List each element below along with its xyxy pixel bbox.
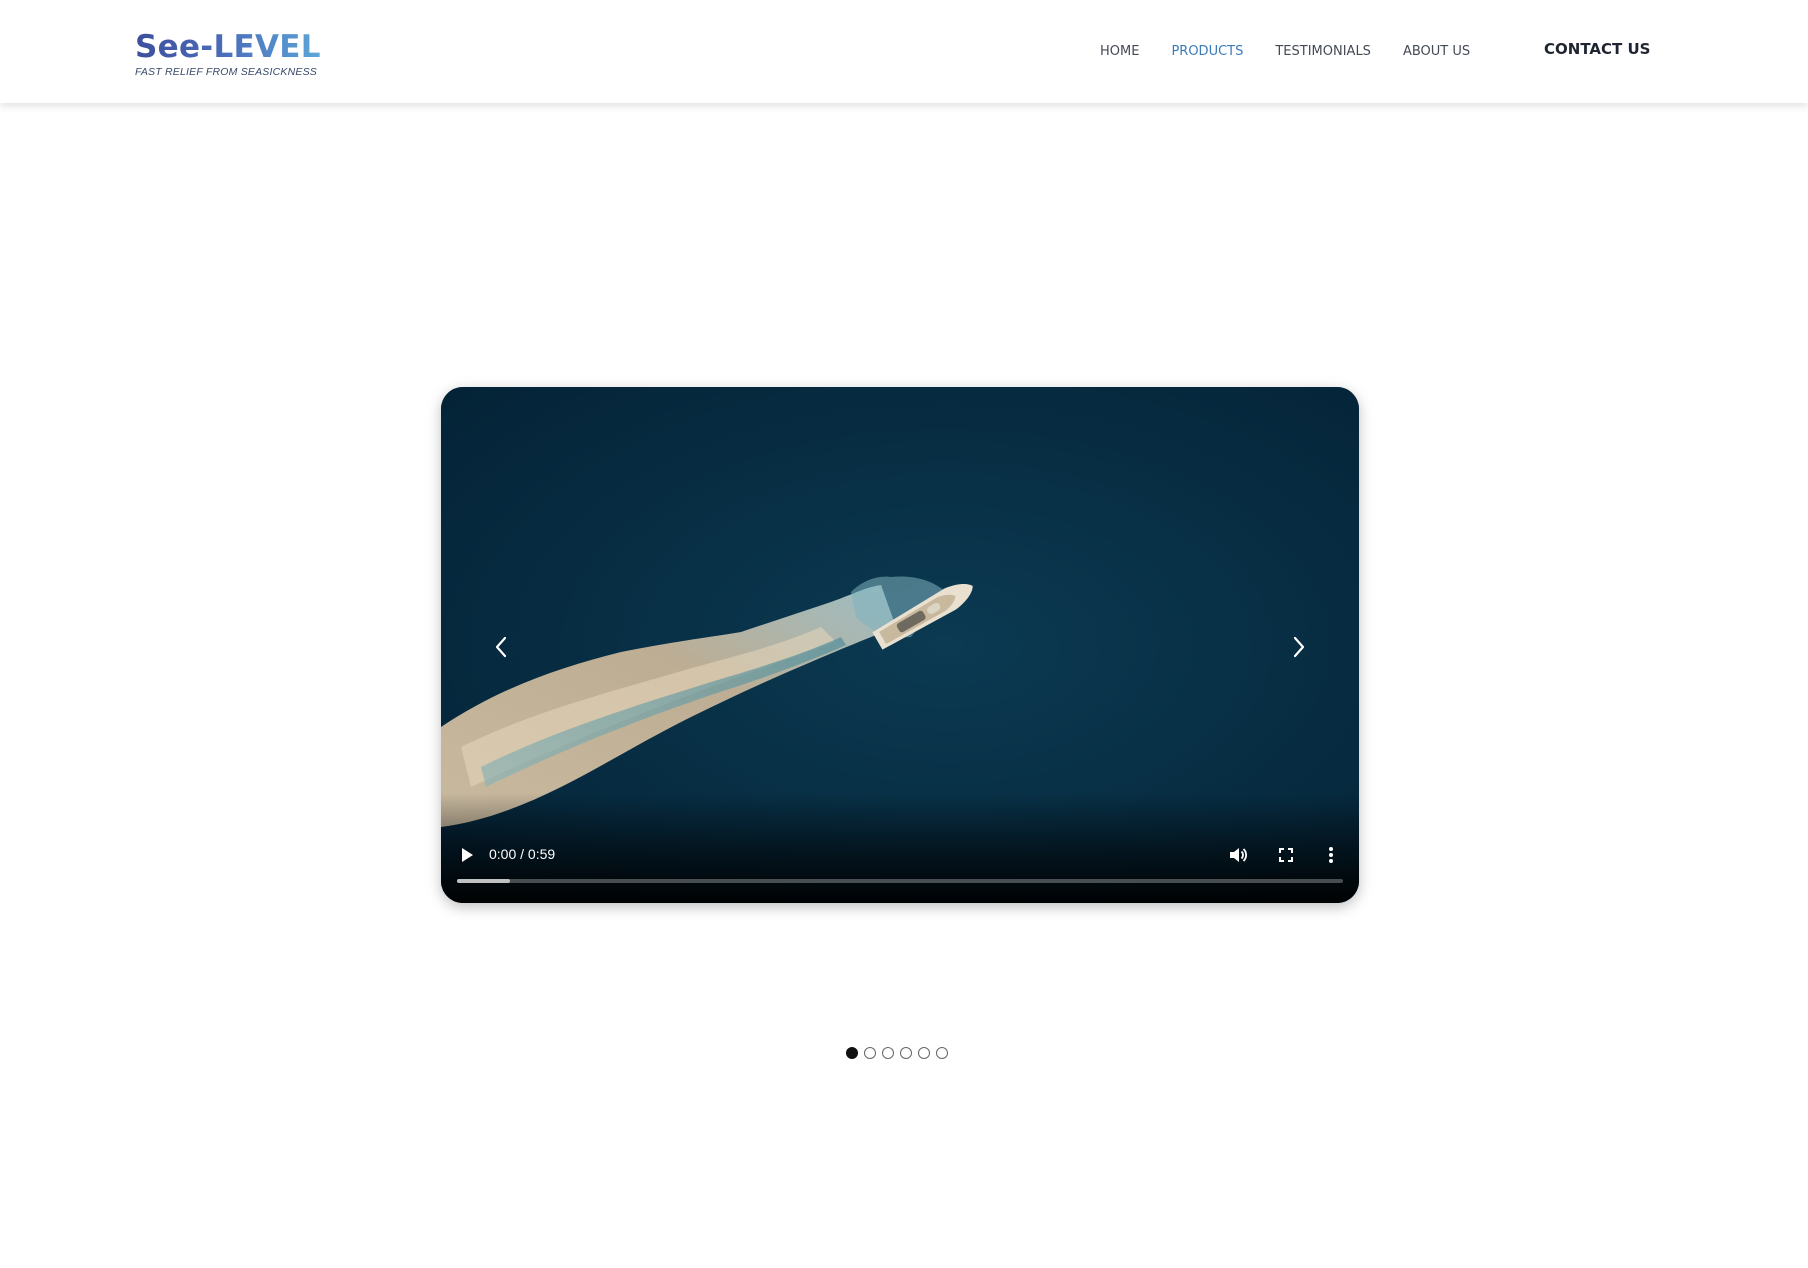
- carousel-next-button[interactable]: [1279, 627, 1319, 667]
- carousel-dot[interactable]: [882, 1047, 894, 1059]
- fullscreen-icon: [1279, 848, 1293, 862]
- nav-home[interactable]: HOME: [1100, 44, 1139, 59]
- play-icon: [462, 848, 473, 862]
- volume-icon: [1230, 848, 1248, 862]
- nav-products[interactable]: PRODUCTS: [1171, 44, 1243, 59]
- video-time: 0:00 / 0:59: [489, 846, 556, 862]
- carousel-dot[interactable]: [846, 1047, 858, 1059]
- carousel-dot[interactable]: [918, 1047, 930, 1059]
- video-controls: 0:00 / 0:59: [441, 842, 1359, 868]
- more-options-icon: [1329, 847, 1333, 863]
- carousel-dot[interactable]: [864, 1047, 876, 1059]
- logo-tagline: FAST RELIEF FROM SEASICKNESS: [135, 66, 317, 78]
- carousel-pagination: [846, 1046, 954, 1060]
- chevron-left-icon: [495, 636, 507, 658]
- chevron-right-icon: [1293, 636, 1305, 658]
- logo-title: See-LEVEL: [135, 29, 321, 65]
- fullscreen-button[interactable]: [1273, 842, 1299, 868]
- video-progress-bar[interactable]: [457, 879, 1343, 883]
- play-button[interactable]: [455, 842, 479, 868]
- site-header: See-LEVEL FAST RELIEF FROM SEASICKNESS H…: [0, 0, 1808, 103]
- carousel-dot[interactable]: [936, 1047, 948, 1059]
- contact-us-link[interactable]: CONTACT US: [1544, 40, 1650, 58]
- nav-testimonials[interactable]: TESTIMONIALS: [1275, 44, 1371, 59]
- nav-about-us[interactable]: ABOUT US: [1403, 44, 1470, 59]
- carousel-prev-button[interactable]: [481, 627, 521, 667]
- video-carousel: 0:00 / 0:59: [441, 387, 1359, 903]
- logo[interactable]: See-LEVEL FAST RELIEF FROM SEASICKNESS: [135, 29, 321, 78]
- video-buffered-bar: [457, 879, 511, 883]
- main-nav: HOME PRODUCTS TESTIMONIALS ABOUT US: [1100, 0, 1502, 103]
- volume-button[interactable]: [1225, 842, 1251, 868]
- more-options-button[interactable]: [1321, 842, 1341, 868]
- carousel-dot[interactable]: [900, 1047, 912, 1059]
